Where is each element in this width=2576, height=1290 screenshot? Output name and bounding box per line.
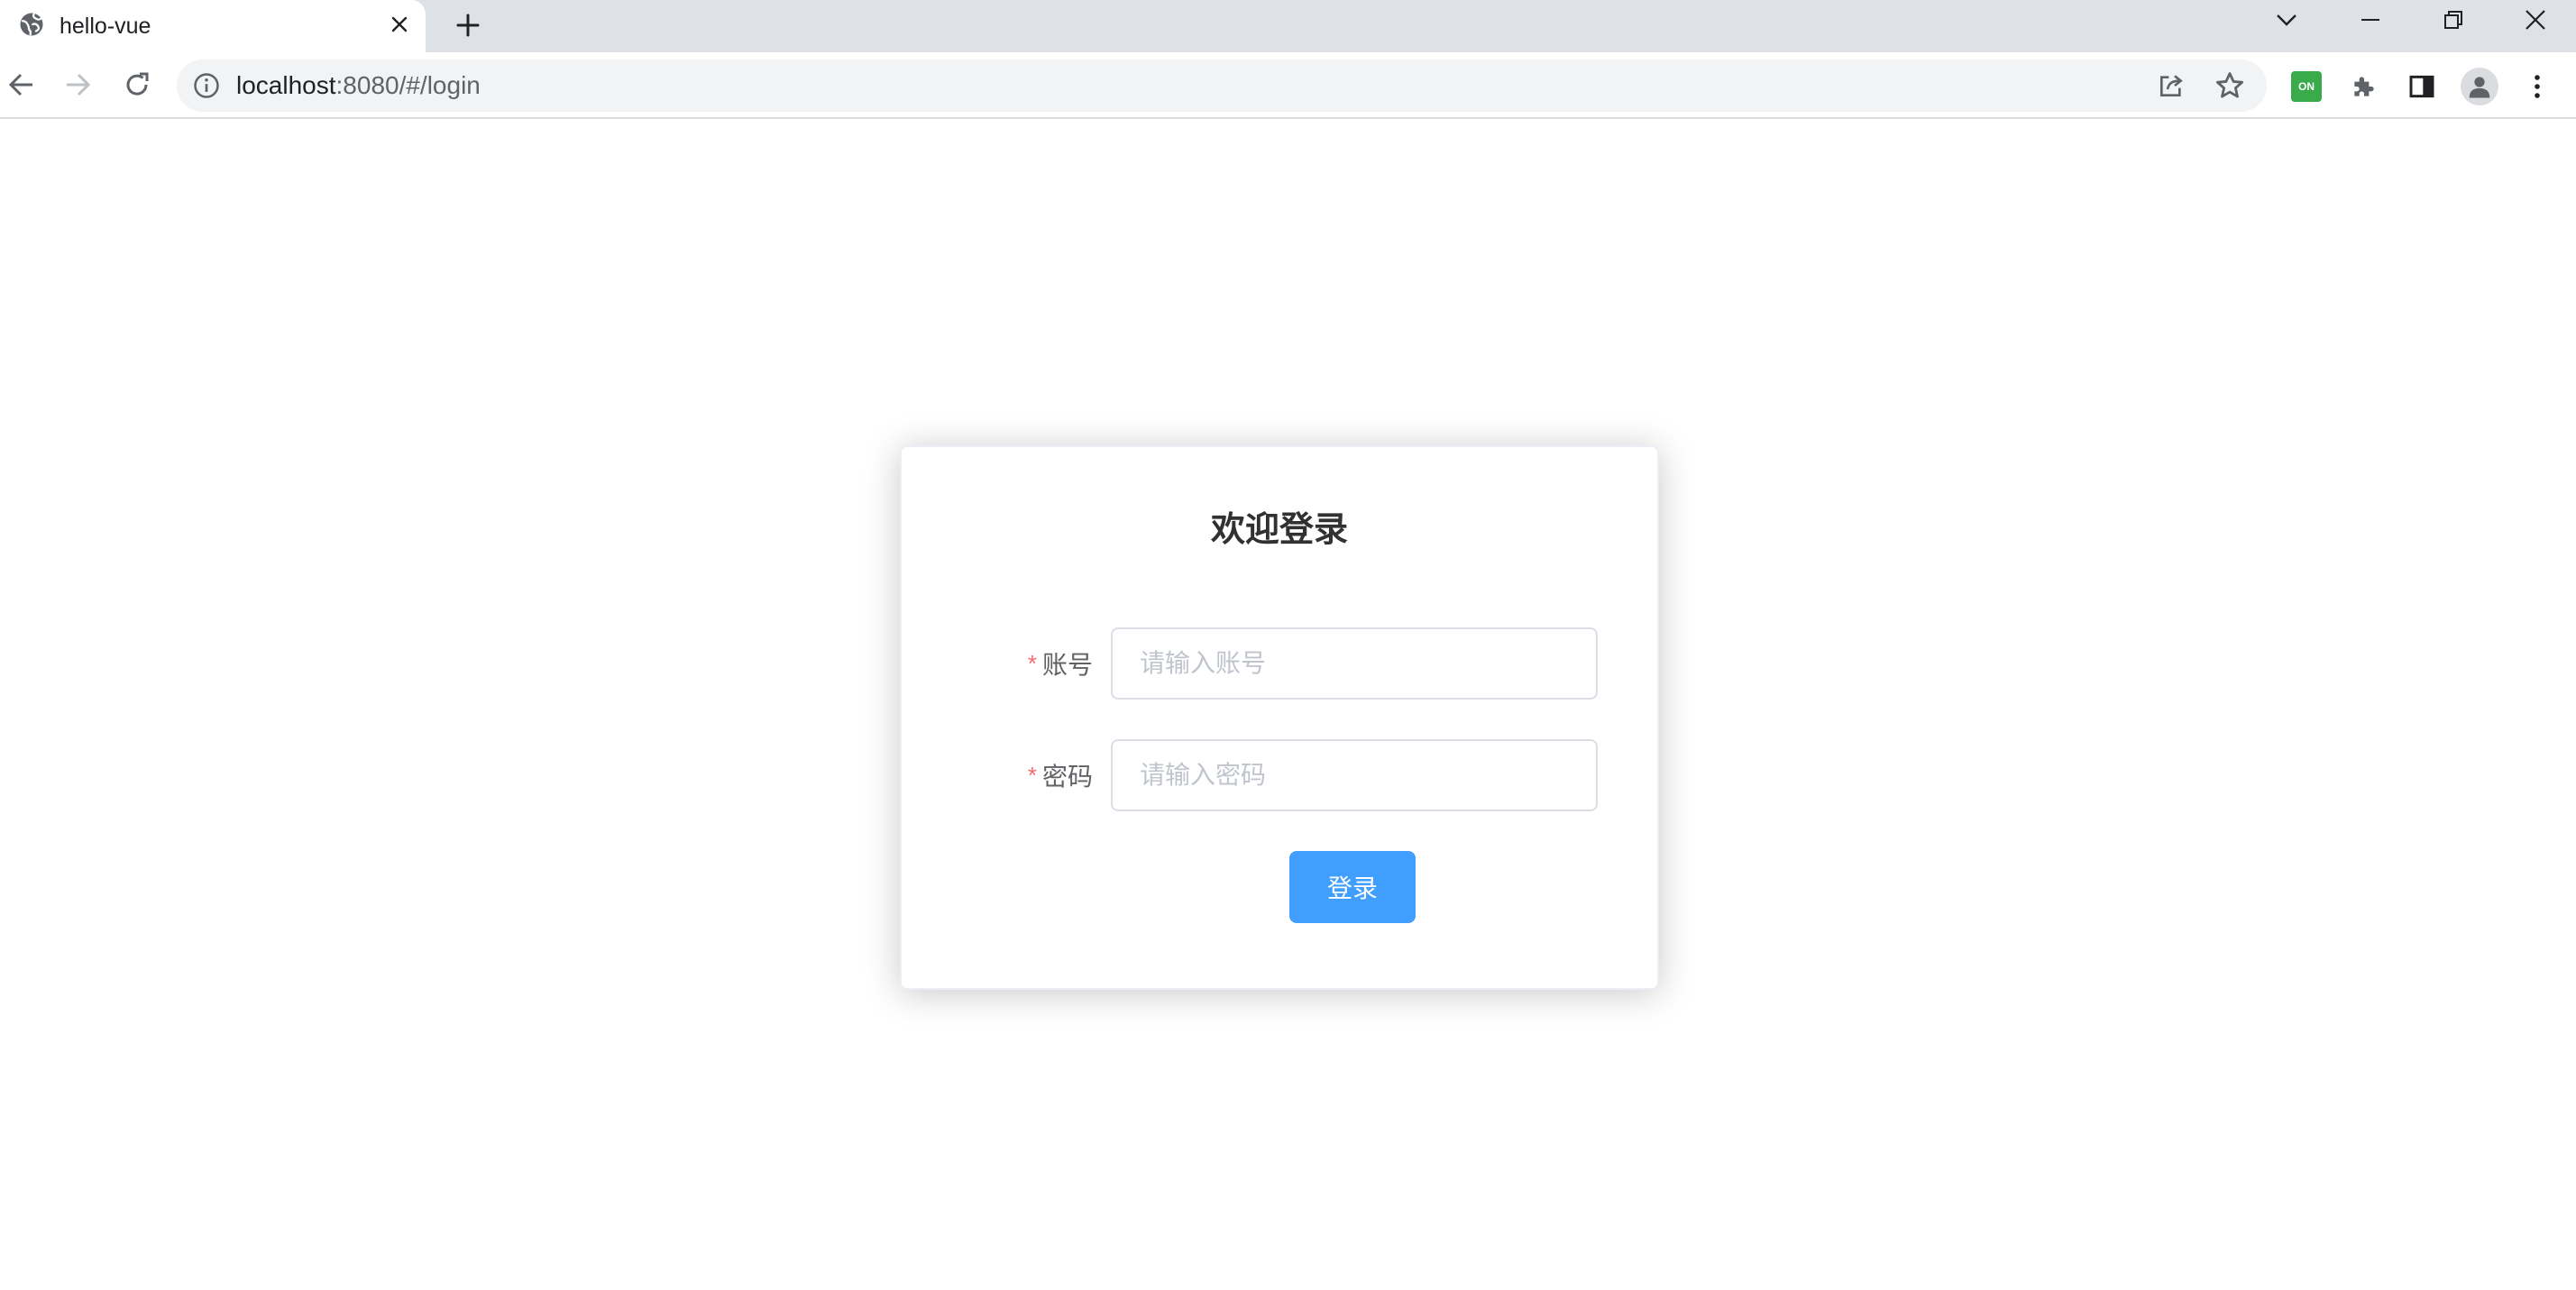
password-label-text: 密码 [1041,763,1093,791]
browser-toolbar: localhost:8080/#/login [0,52,2576,119]
site-info-icon[interactable] [193,72,220,99]
forward-arrow-icon[interactable] [58,65,97,105]
extension-on-icon[interactable]: ON [2291,71,2322,102]
reload-icon[interactable] [117,65,157,105]
tab-close-icon[interactable] [384,9,415,40]
browser-tab[interactable]: hello-vue [0,0,426,52]
bookmark-star-icon[interactable] [2214,70,2245,101]
side-panel-icon[interactable] [2406,70,2438,103]
new-tab-plus-icon[interactable] [450,7,486,43]
more-menu-kebab-icon[interactable] [2521,70,2553,103]
extensions-puzzle-icon[interactable] [2348,70,2380,103]
tab-search-chevron-down-icon[interactable] [2261,2,2312,38]
login-card: 欢迎登录 * 账号 * 密码 登录 [900,445,1659,990]
password-form-row: * 密码 [902,739,1657,811]
account-form-row: * 账号 [902,627,1657,700]
restore-window-icon[interactable] [2428,2,2479,38]
url-path: :8080/#/login [335,71,481,99]
share-icon[interactable] [2157,71,2186,100]
url-host: localhost [236,71,336,99]
login-button[interactable]: 登录 [1289,851,1416,923]
globe-icon [20,13,43,36]
address-bar[interactable]: localhost:8080/#/login [177,59,2267,112]
address-url[interactable]: localhost:8080/#/login [236,71,481,100]
account-input[interactable] [1111,627,1598,700]
password-input[interactable] [1111,739,1598,811]
password-label: * 密码 [1028,739,1093,811]
required-mark: * [1027,649,1037,677]
tab-strip: hello-vue [0,0,2576,52]
close-window-icon[interactable] [2510,2,2561,38]
minimize-icon[interactable] [2345,2,2396,38]
tab-title: hello-vue [60,14,151,39]
login-title: 欢迎登录 [1210,511,1348,549]
required-mark: * [1027,761,1037,789]
back-arrow-icon[interactable] [2,65,41,105]
account-label-text: 账号 [1041,651,1093,679]
account-label: * 账号 [1028,627,1093,700]
profile-avatar-icon[interactable] [2461,68,2498,105]
